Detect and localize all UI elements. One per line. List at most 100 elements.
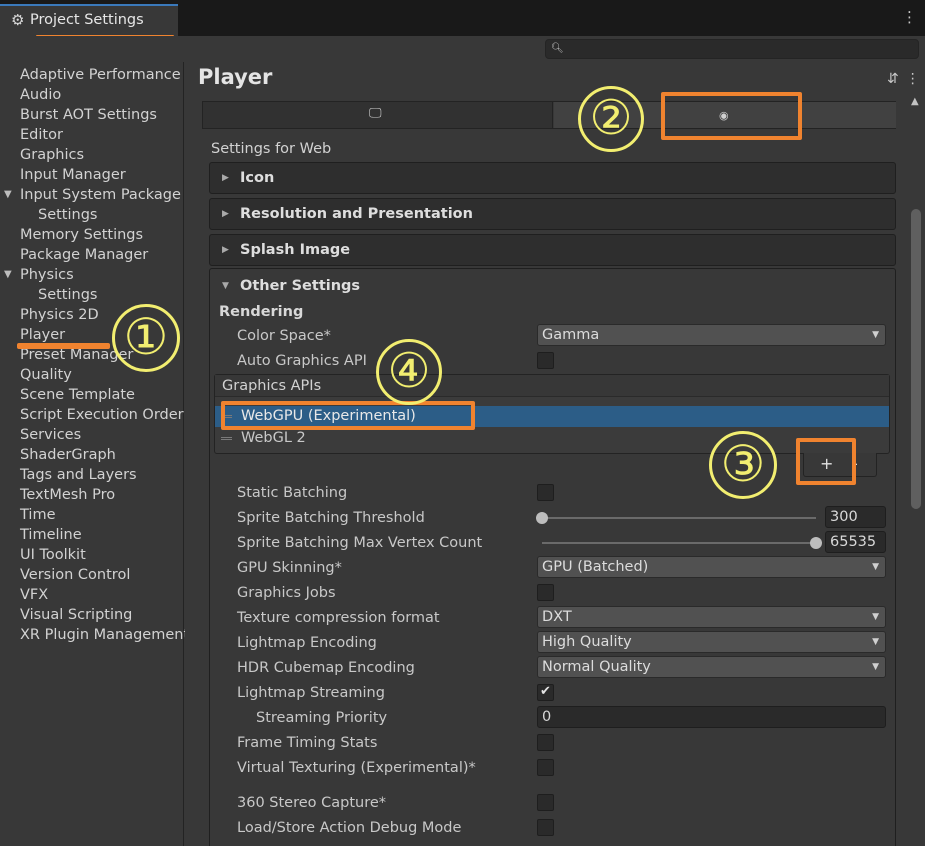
sidebar-item-package-manager[interactable]: Package Manager [20, 245, 148, 265]
sidebar-item-input-system-settings[interactable]: Settings [38, 205, 97, 225]
search-icon: 🔍︎ [551, 43, 564, 54]
drag-handle-icon[interactable] [221, 437, 232, 440]
section-title[interactable]: Other Settings [240, 277, 360, 295]
project-settings-window: ⚙ Project Settings ⋮ 🔍︎ Adaptive Perform… [0, 0, 925, 846]
texture-compression-dropdown[interactable]: DXT ▼ [537, 606, 886, 628]
gpu-skinning-dropdown[interactable]: GPU (Batched) ▼ [537, 556, 886, 578]
sidebar-item-memory-settings[interactable]: Memory Settings [20, 225, 143, 245]
header-tools: ⇵ ⋮ [880, 72, 920, 86]
sidebar-item-visual-scripting[interactable]: Visual Scripting [20, 605, 132, 625]
sidebar-item-shadergraph[interactable]: ShaderGraph [20, 445, 116, 465]
tab-desktop-platform[interactable]: 🖵 [203, 102, 553, 128]
section-resolution-and-presentation[interactable]: ▶ Resolution and Presentation [209, 198, 896, 230]
sidebar-item-physics[interactable]: Physics [20, 265, 74, 285]
annotation-underline-player [17, 343, 110, 349]
section-title: Icon [240, 170, 275, 186]
sidebar-item-input-system-package[interactable]: Input System Package [20, 185, 181, 205]
dropdown-value: GPU (Batched) [542, 559, 649, 575]
sprite-batching-max-vertex-field[interactable]: 65535 [825, 531, 886, 553]
sidebar-item-burst-aot-settings[interactable]: Burst AOT Settings [20, 105, 157, 125]
lightmap-streaming-checkbox[interactable]: ✔ [537, 684, 554, 701]
section-splash-image[interactable]: ▶ Splash Image [209, 234, 896, 266]
color-space-dropdown[interactable]: Gamma ▼ [537, 324, 886, 346]
gear-icon: ⚙ [11, 11, 25, 29]
field-value: 65535 [830, 534, 877, 550]
tab-title: Project Settings [30, 12, 144, 28]
auto-graphics-api-checkbox[interactable] [537, 352, 554, 369]
checkmark-icon: ✔ [540, 684, 551, 699]
load-store-debug-checkbox[interactable] [537, 819, 554, 836]
lightmap-encoding-dropdown[interactable]: High Quality ▼ [537, 631, 886, 653]
dropdown-arrow-icon: ▼ [872, 612, 879, 622]
sidebar-item-physics-2d[interactable]: Physics 2D [20, 305, 99, 325]
virtual-texturing-checkbox[interactable] [537, 759, 554, 776]
slider-knob[interactable] [810, 537, 822, 549]
list-header-label: Graphics APIs [222, 378, 322, 394]
annotation-number-4: ④ [376, 339, 442, 405]
annotation-number-1: ① [112, 304, 180, 372]
streaming-priority-label: Streaming Priority [256, 710, 388, 726]
project-settings-tab[interactable]: ⚙ Project Settings [0, 4, 178, 36]
sidebar-item-vfx[interactable]: VFX [20, 585, 48, 605]
graphics-jobs-checkbox[interactable] [537, 584, 554, 601]
sidebar-item-services[interactable]: Services [20, 425, 81, 445]
slider-knob[interactable] [536, 512, 548, 524]
sidebar-item-version-control[interactable]: Version Control [20, 565, 130, 585]
static-batching-checkbox[interactable] [537, 484, 554, 501]
sprite-batching-max-vertex-label: Sprite Batching Max Vertex Count [237, 535, 483, 551]
sidebar-item-textmesh-pro[interactable]: TextMesh Pro [20, 485, 115, 505]
collapse-caret-icon: ▶ [222, 209, 229, 219]
sidebar-item-quality[interactable]: Quality [20, 365, 72, 385]
page-title: Player [198, 65, 273, 89]
field-value: 300 [830, 509, 858, 525]
sprite-batching-threshold-slider[interactable] [542, 517, 816, 519]
color-space-label: Color Space* [237, 328, 331, 344]
hdr-cubemap-encoding-dropdown[interactable]: Normal Quality ▼ [537, 656, 886, 678]
sidebar-item-tags-and-layers[interactable]: Tags and Layers [20, 465, 137, 485]
auto-graphics-api-label: Auto Graphics API [237, 353, 367, 369]
sidebar-item-script-execution-order[interactable]: Script Execution Order [20, 405, 184, 425]
scrollbar-thumb[interactable] [911, 209, 921, 509]
load-store-debug-label: Load/Store Action Debug Mode [237, 820, 462, 836]
gpu-skinning-label: GPU Skinning* [237, 560, 342, 576]
list-item-webgl2[interactable]: WebGL 2 [215, 428, 889, 449]
sidebar-item-player[interactable]: Player [20, 325, 65, 345]
hdr-cubemap-encoding-label: HDR Cubemap Encoding [237, 660, 415, 676]
sidebar-item-physics-settings[interactable]: Settings [38, 285, 97, 305]
search-input[interactable]: 🔍︎ [545, 39, 919, 59]
list-item-label: WebGL 2 [241, 430, 306, 446]
sidebar-item-input-manager[interactable]: Input Manager [20, 165, 126, 185]
streaming-priority-field[interactable]: 0 [537, 706, 886, 728]
collapse-caret-icon: ▶ [222, 173, 229, 183]
preset-icon[interactable]: ⇵ [887, 71, 899, 87]
sidebar-item-audio[interactable]: Audio [20, 85, 61, 105]
expand-caret-icon[interactable]: ▼ [4, 265, 12, 285]
dropdown-arrow-icon: ▼ [872, 662, 879, 672]
annotation-number-3: ③ [709, 431, 777, 499]
dropdown-value: Normal Quality [542, 659, 651, 675]
sprite-batching-threshold-field[interactable]: 300 [825, 506, 886, 528]
sidebar-item-scene-template[interactable]: Scene Template [20, 385, 135, 405]
sidebar-item-xr-plugin-management[interactable]: XR Plugin Management [20, 625, 189, 645]
dropdown-value: Gamma [542, 327, 600, 343]
scroll-up-icon[interactable]: ▲ [911, 96, 919, 107]
sidebar-item-timeline[interactable]: Timeline [20, 525, 82, 545]
sidebar-item-ui-toolkit[interactable]: UI Toolkit [20, 545, 86, 565]
sidebar-item-graphics[interactable]: Graphics [20, 145, 84, 165]
sidebar-item-editor[interactable]: Editor [20, 125, 63, 145]
stereo-capture-label: 360 Stereo Capture* [237, 795, 387, 811]
annotation-box-web-tab [661, 92, 802, 140]
sidebar-item-time[interactable]: Time [20, 505, 56, 525]
section-icon[interactable]: ▶ Icon [209, 162, 896, 194]
vertical-scrollbar[interactable]: ▲ [908, 96, 925, 846]
expand-caret-icon[interactable]: ▼ [4, 185, 12, 205]
frame-timing-stats-checkbox[interactable] [537, 734, 554, 751]
monitor-icon: 🖵 [369, 106, 382, 121]
lightmap-encoding-label: Lightmap Encoding [237, 635, 377, 651]
expand-caret-icon[interactable]: ▼ [222, 280, 229, 292]
window-menu-icon[interactable]: ⋮ [902, 10, 917, 25]
sprite-batching-max-vertex-slider[interactable] [542, 542, 816, 544]
more-options-icon[interactable]: ⋮ [906, 71, 920, 87]
sidebar-item-adaptive-performance[interactable]: Adaptive Performance [20, 65, 181, 85]
stereo-capture-checkbox[interactable] [537, 794, 554, 811]
